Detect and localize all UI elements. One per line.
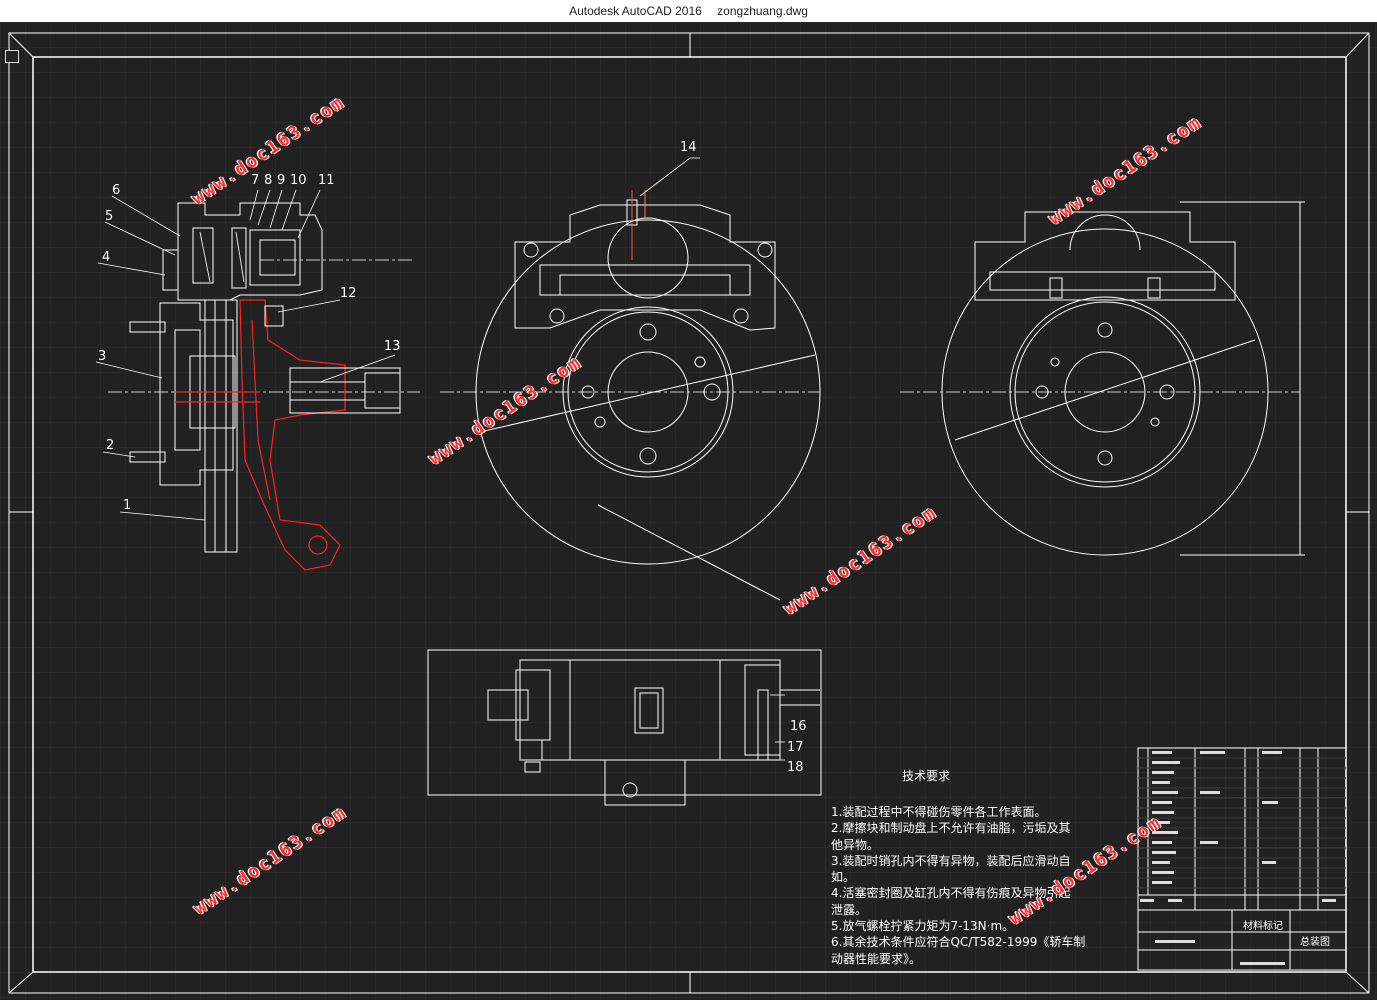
callout-13: 13 bbox=[384, 339, 401, 354]
drawing-canvas[interactable]: 1 2 3 4 5 6 7 8 9 10 11 12 13 14 16 17 1… bbox=[0, 22, 1377, 1000]
callout-4: 4 bbox=[102, 250, 110, 265]
drawing-name-label: 总装图 bbox=[1300, 935, 1330, 948]
callout-1: 1 bbox=[123, 498, 131, 513]
callout-17: 17 bbox=[787, 740, 804, 755]
callout-12: 12 bbox=[340, 286, 357, 301]
autocad-window: Autodesk AutoCAD 2016 zongzhuang.dwg 1 2… bbox=[0, 0, 1377, 1000]
callout-11: 11 bbox=[318, 173, 335, 188]
tech-req-line: 泄露。 bbox=[831, 902, 868, 917]
callout-9: 9 bbox=[277, 173, 285, 188]
tech-req-line: 他异物。 bbox=[831, 837, 880, 852]
callout-8: 8 bbox=[264, 173, 272, 188]
callout-18: 18 bbox=[787, 760, 804, 775]
tech-req-line: 3.装配时销孔内不得有异物，装配后应滑动自 bbox=[831, 853, 1071, 868]
tech-req-line: 2.摩擦块和制动盘上不允许有油脂，污垢及其 bbox=[831, 821, 1071, 836]
tech-req-line: 1.装配过程中不得碰伤零件各工作表面。 bbox=[831, 805, 1047, 819]
callout-3: 3 bbox=[98, 349, 106, 364]
callout-14: 14 bbox=[680, 140, 697, 155]
tech-req-line: 5.放气螺栓拧紧力矩为7-13N·m。 bbox=[831, 919, 1015, 934]
callout-6: 6 bbox=[112, 183, 120, 198]
file-name: zongzhuang.dwg bbox=[717, 4, 808, 18]
callout-7: 7 bbox=[251, 173, 259, 188]
callout-16: 16 bbox=[790, 719, 807, 734]
material-mark-label: 材料标记 bbox=[1243, 919, 1283, 932]
tech-req-line: 动器性能要求》。 bbox=[831, 951, 922, 966]
tech-req-line: 6.其余技术条件应符合QC/T582-1999《轿车制 bbox=[831, 935, 1086, 950]
callout-2: 2 bbox=[106, 438, 114, 453]
application-menu-icon[interactable] bbox=[5, 50, 19, 63]
callout-10: 10 bbox=[290, 173, 307, 188]
title-bar: Autodesk AutoCAD 2016 zongzhuang.dwg bbox=[0, 0, 1377, 22]
tech-requirements-title: 技术要求 bbox=[902, 769, 951, 783]
callout-5: 5 bbox=[105, 209, 113, 224]
drawing-svg[interactable]: 1 2 3 4 5 6 7 8 9 10 11 12 13 14 16 17 1… bbox=[0, 22, 1377, 1000]
app-name: Autodesk AutoCAD 2016 bbox=[569, 4, 702, 18]
